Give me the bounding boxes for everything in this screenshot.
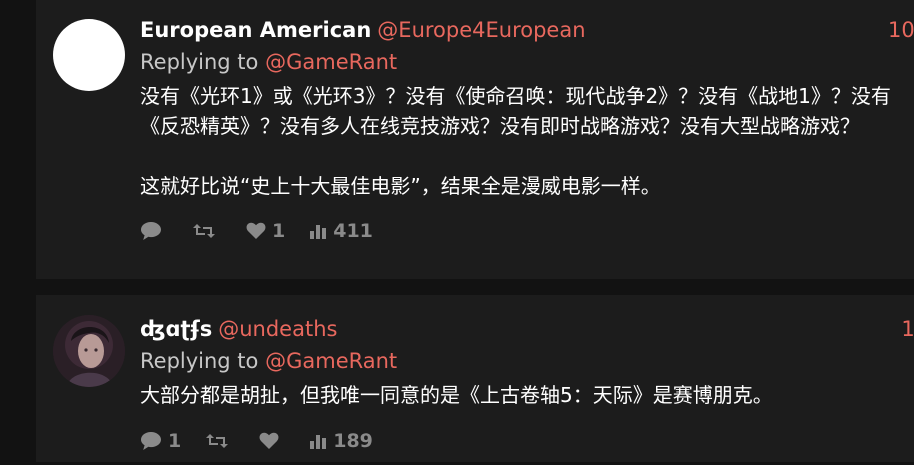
replying-to-line: Replying to @GameRant (140, 346, 914, 376)
tweet-actions: 1 411 (140, 218, 914, 244)
heart-icon (246, 222, 266, 239)
bar-chart-icon (310, 435, 327, 449)
reply-icon (141, 222, 161, 240)
reply-button[interactable] (140, 221, 168, 241)
tweet-text: 没有《光环1》或《光环3》？没有《使命召唤：现代战争2》？没有《战地1》？没有《… (140, 84, 891, 198)
replying-to-handle[interactable]: @GameRant (265, 50, 397, 74)
replying-to-label: Replying to (140, 349, 259, 373)
timestamp[interactable]: 1h (901, 312, 914, 346)
views-button[interactable]: 189 (309, 430, 373, 452)
avatar[interactable] (53, 315, 125, 387)
avatar-image (53, 315, 125, 387)
display-name[interactable]: European American (140, 18, 371, 42)
replying-to-handle[interactable]: @GameRant (265, 349, 397, 373)
view-count: 189 (333, 430, 373, 452)
like-count: 1 (272, 220, 286, 242)
tweet-body: ʤɑʈʄs@undeaths 1h Replying to @GameRant … (140, 312, 914, 454)
reply-icon (141, 432, 161, 450)
avatar[interactable] (53, 19, 125, 91)
tweet-header: ʤɑʈʄs@undeaths 1h (140, 312, 914, 346)
user-handle[interactable]: @Europe4European (377, 18, 585, 42)
user-handle[interactable]: @undeaths (218, 317, 337, 341)
heart-icon (259, 432, 279, 449)
tweet-body: European American@Europe4European 10h Re… (140, 13, 914, 244)
retweet-icon (206, 434, 229, 448)
tweet-text: 大部分都是胡扯，但我唯一同意的是《上古卷轴5：天际》是赛博朋克。 (140, 383, 773, 407)
retweet-button[interactable] (192, 222, 222, 240)
view-count: 411 (333, 220, 373, 242)
tweet-card[interactable]: European American@Europe4European 10h Re… (36, 0, 914, 279)
retweet-button[interactable] (205, 432, 235, 450)
replying-to-line: Replying to @GameRant (140, 47, 914, 77)
timestamp[interactable]: 10h (888, 13, 914, 47)
like-button[interactable]: 1 (246, 220, 285, 242)
bar-chart-icon (310, 225, 327, 239)
display-name[interactable]: ʤɑʈʄs (140, 317, 212, 341)
replying-to-label: Replying to (140, 50, 259, 74)
views-button[interactable]: 411 (309, 220, 373, 242)
retweet-icon (193, 224, 215, 238)
reply-count: 1 (168, 430, 182, 452)
tweet-header: European American@Europe4European 10h (140, 13, 914, 47)
reply-button[interactable]: 1 (140, 430, 181, 452)
tweet-card[interactable]: ʤɑʈʄs@undeaths 1h Replying to @GameRant … (36, 295, 914, 462)
like-button[interactable] (259, 432, 285, 450)
tweet-actions: 1 189 (140, 428, 914, 454)
